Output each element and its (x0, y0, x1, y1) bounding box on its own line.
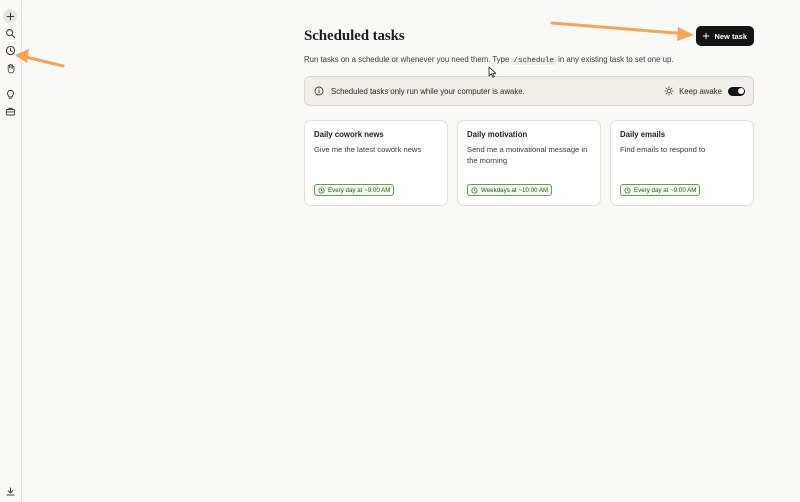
schedule-badge: Every day at ~9:00 AM (314, 184, 395, 196)
scheduled-tasks-panel: Scheduled tasks New task Run tasks on a … (304, 26, 754, 206)
schedule-text: Weekdays at ~10:00 AM (481, 186, 549, 194)
clock-icon[interactable] (3, 43, 17, 57)
page-header: Scheduled tasks New task (304, 26, 754, 46)
task-description: Give me the latest cowork news (314, 145, 422, 154)
lightbulb-icon[interactable] (3, 87, 17, 101)
task-description: Find emails to respond to (620, 145, 706, 154)
schedule-text: Every day at ~9:00 AM (328, 186, 391, 194)
task-card[interactable]: Daily motivation Send me a motivational … (457, 120, 601, 206)
plus-icon (702, 32, 710, 40)
new-task-button[interactable]: New task (696, 26, 754, 46)
clock-icon (624, 187, 631, 194)
search-icon[interactable] (3, 26, 17, 40)
awake-notice: Scheduled tasks only run while your comp… (304, 76, 754, 106)
task-card-list: Daily cowork news Give me the latest cow… (304, 120, 754, 206)
keep-awake-label: Keep awake (679, 86, 722, 96)
subtitle-text: Run tasks on a schedule or whenever you … (304, 55, 512, 64)
briefcase-icon[interactable] (3, 104, 17, 118)
new-task-label: New task (714, 31, 747, 41)
info-icon (314, 86, 324, 96)
task-card[interactable]: Daily emails Find emails to respond to E… (610, 120, 754, 206)
hand-icon[interactable] (3, 61, 17, 75)
mouse-cursor-icon (488, 66, 497, 78)
task-title: Daily cowork news (314, 130, 384, 139)
clock-icon (471, 187, 478, 194)
sidebar-rail (0, 0, 22, 502)
schedule-text: Every day at ~9:00 AM (634, 186, 697, 194)
task-title: Daily emails (620, 130, 666, 139)
page-subtitle: Run tasks on a schedule or whenever you … (304, 54, 754, 67)
plus-icon[interactable] (3, 9, 17, 23)
keep-awake-toggle[interactable] (728, 86, 745, 96)
schedule-command: /schedule (511, 57, 556, 65)
download-icon[interactable] (3, 484, 17, 498)
toggle-knob (737, 88, 744, 94)
notice-text: Scheduled tasks only run while your comp… (331, 86, 525, 96)
annotation-arrow-icon (15, 49, 65, 68)
task-card[interactable]: Daily cowork news Give me the latest cow… (304, 120, 448, 206)
clock-icon (318, 187, 325, 194)
schedule-badge: Weekdays at ~10:00 AM (467, 184, 553, 196)
subtitle-text-end: in any existing task to set one up. (555, 55, 674, 64)
sun-icon (664, 86, 674, 96)
task-title: Daily motivation (467, 130, 528, 139)
task-description: Send me a motivational message in the mo… (467, 145, 588, 165)
schedule-badge: Every day at ~9:00 AM (620, 184, 701, 196)
page-title: Scheduled tasks (304, 27, 405, 44)
